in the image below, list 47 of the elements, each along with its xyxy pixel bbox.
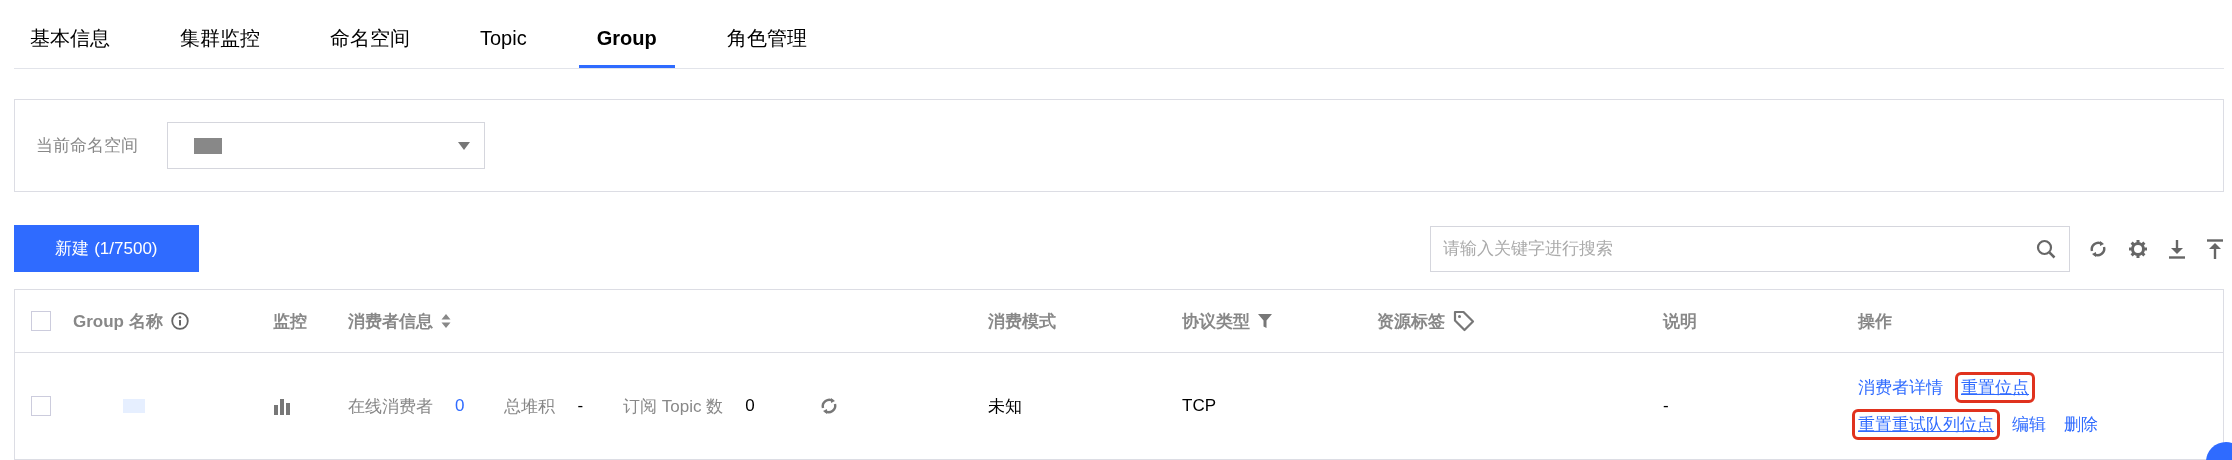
select-all-checkbox[interactable] [31, 311, 51, 331]
table-cell: TCP [1182, 396, 1216, 416]
subscribed-topics-value: 0 [745, 396, 755, 416]
action-link[interactable]: 删除 [2058, 409, 2104, 440]
tab[interactable]: Topic [462, 22, 545, 68]
sort-icon[interactable] [441, 314, 451, 328]
column-header: 消费模式 [988, 310, 1056, 333]
tab[interactable]: 命名空间 [312, 22, 428, 68]
tab[interactable]: 角色管理 [708, 22, 825, 68]
download-icon[interactable] [2168, 238, 2186, 259]
backlog-value: - [577, 396, 584, 416]
action-link[interactable]: 消费者详情 [1852, 372, 1949, 403]
refresh-icon[interactable] [2088, 238, 2108, 259]
namespace-label: 当前命名空间 [36, 135, 139, 157]
table-cell-text: 未知 [988, 395, 1022, 418]
action-link[interactable]: 编辑 [2006, 409, 2052, 440]
column-header: 消费者信息 [348, 310, 433, 333]
table-cell: - [1663, 396, 1669, 416]
tab[interactable]: 集群监控 [162, 22, 278, 68]
settings-icon[interactable] [2128, 238, 2148, 259]
bar-chart-icon[interactable] [273, 397, 291, 415]
search-field[interactable]: 请输入关键字进行搜索 [1430, 225, 2070, 272]
caret-icon [458, 141, 470, 150]
online-consumers-label: 在线消费者 [348, 395, 433, 418]
info-icon[interactable] [170, 312, 189, 330]
tab[interactable]: 基本信息 [14, 22, 128, 68]
upload-icon[interactable] [2206, 238, 2224, 259]
redacted-block [123, 399, 145, 413]
tab[interactable]: Group [578, 22, 675, 68]
column-header: 资源标签 [1377, 310, 1445, 333]
column-header: Group 名称 [73, 310, 163, 333]
column-header: 说明 [1663, 310, 1697, 333]
redacted-block [194, 137, 222, 154]
filter-icon[interactable] [1258, 314, 1272, 328]
search-icon[interactable] [2036, 238, 2056, 259]
action-link[interactable]: 重置重试队列位点 [1852, 409, 2000, 440]
column-header: 监控 [273, 310, 307, 333]
action-link[interactable]: 重置位点 [1955, 372, 2035, 403]
row-checkbox[interactable] [31, 396, 51, 416]
column-header: 操作 [1858, 310, 1892, 333]
online-consumers-count[interactable]: 0 [455, 396, 465, 416]
backlog-label: 总堆积 [504, 395, 556, 418]
subscribed-topics-label: 订阅 Topic 数 [623, 395, 724, 418]
create-button[interactable]: 新建 (1/7500) [14, 225, 199, 272]
tag-icon[interactable] [1453, 310, 1475, 332]
column-header: 协议类型 [1182, 310, 1250, 333]
namespace-select[interactable] [167, 122, 485, 169]
